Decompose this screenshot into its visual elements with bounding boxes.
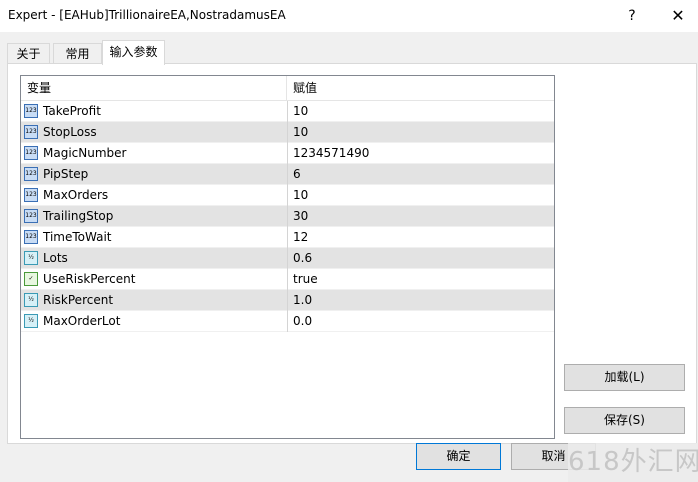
parameter-value[interactable]: 6 [293, 164, 301, 185]
load-button[interactable]: 加载(L) [564, 364, 685, 391]
tab-common[interactable]: 常用 [53, 43, 102, 64]
int-type-icon: 123 [24, 209, 38, 223]
column-divider [287, 227, 288, 248]
parameter-value[interactable]: 12 [293, 227, 308, 248]
parameter-name: UseRiskPercent [43, 272, 136, 286]
parameter-value[interactable]: 0.0 [293, 311, 312, 332]
parameter-value[interactable]: 0.6 [293, 248, 312, 269]
parameter-name: RiskPercent [43, 293, 114, 307]
column-divider [287, 290, 288, 311]
table-row[interactable]: ½ Lots 0.6 [21, 248, 554, 269]
column-divider [287, 248, 288, 269]
table-row[interactable]: ½ MaxOrderLot 0.0 [21, 311, 554, 332]
window-title: Expert - [EAHub]TrillionaireEA,Nostradam… [8, 8, 286, 22]
table-row[interactable]: 123 MaxOrders 10 [21, 185, 554, 206]
table-row[interactable]: 123 StopLoss 10 [21, 122, 554, 143]
tab-panel: 变量 赋值 123 TakeProfit 10 123 StopLoss 10 123 Mag… [7, 63, 697, 444]
parameter-name: Lots [43, 251, 68, 265]
int-type-icon: 123 [24, 230, 38, 244]
parameter-value[interactable]: 10 [293, 185, 308, 206]
parameter-value[interactable]: 10 [293, 122, 308, 143]
column-divider [287, 101, 288, 122]
table-row[interactable]: ½ RiskPercent 1.0 [21, 290, 554, 311]
close-button[interactable]: ✕ [660, 4, 696, 28]
parameter-value[interactable]: 1.0 [293, 290, 312, 311]
double-type-icon: ½ [24, 314, 38, 328]
int-type-icon: 123 [24, 188, 38, 202]
table-row[interactable]: 123 MagicNumber 1234571490 [21, 143, 554, 164]
int-type-icon: 123 [24, 167, 38, 181]
int-type-icon: 123 [24, 146, 38, 160]
table-row[interactable]: ✓ UseRiskPercent true [21, 269, 554, 290]
parameter-name: TrailingStop [43, 209, 114, 223]
parameter-name: PipStep [43, 167, 89, 181]
tab-input-parameters[interactable]: 输入参数 [102, 40, 165, 65]
grid-header: 变量 赋值 [21, 76, 554, 101]
column-divider [287, 185, 288, 206]
parameter-value[interactable]: 30 [293, 206, 308, 227]
tab-about[interactable]: 关于 [7, 43, 50, 64]
grid-rows: 123 TakeProfit 10 123 StopLoss 10 123 MagicNumb… [21, 101, 554, 332]
double-type-icon: ½ [24, 251, 38, 265]
column-divider [287, 269, 288, 290]
parameter-name: TimeToWait [43, 230, 112, 244]
bool-type-icon: ✓ [24, 272, 38, 286]
parameters-grid[interactable]: 变量 赋值 123 TakeProfit 10 123 StopLoss 10 123 Mag… [20, 75, 555, 439]
parameter-name: MagicNumber [43, 146, 127, 160]
help-button[interactable]: ? [614, 4, 650, 28]
column-header-variable[interactable]: 变量 [21, 76, 287, 100]
int-type-icon: 123 [24, 104, 38, 118]
parameter-value[interactable]: 10 [293, 101, 308, 122]
parameter-name: StopLoss [43, 125, 97, 139]
column-divider [287, 206, 288, 227]
table-row[interactable]: 123 TakeProfit 10 [21, 101, 554, 122]
ok-button[interactable]: 确定 [416, 443, 501, 470]
column-divider [287, 311, 288, 332]
column-divider [287, 164, 288, 185]
parameter-name: TakeProfit [43, 104, 101, 118]
int-type-icon: 123 [24, 125, 38, 139]
watermark: 618外汇网 [568, 443, 698, 482]
parameter-value[interactable]: 1234571490 [293, 143, 369, 164]
column-header-value[interactable]: 赋值 [287, 76, 554, 100]
title-bar: Expert - [EAHub]TrillionaireEA,Nostradam… [0, 0, 698, 32]
parameter-name: MaxOrders [43, 188, 109, 202]
parameter-value[interactable]: true [293, 269, 318, 290]
column-divider [287, 143, 288, 164]
save-button[interactable]: 保存(S) [564, 407, 685, 434]
column-divider [287, 122, 288, 143]
double-type-icon: ½ [24, 293, 38, 307]
table-row[interactable]: 123 TimeToWait 12 [21, 227, 554, 248]
table-row[interactable]: 123 PipStep 6 [21, 164, 554, 185]
parameter-name: MaxOrderLot [43, 314, 121, 328]
table-row[interactable]: 123 TrailingStop 30 [21, 206, 554, 227]
